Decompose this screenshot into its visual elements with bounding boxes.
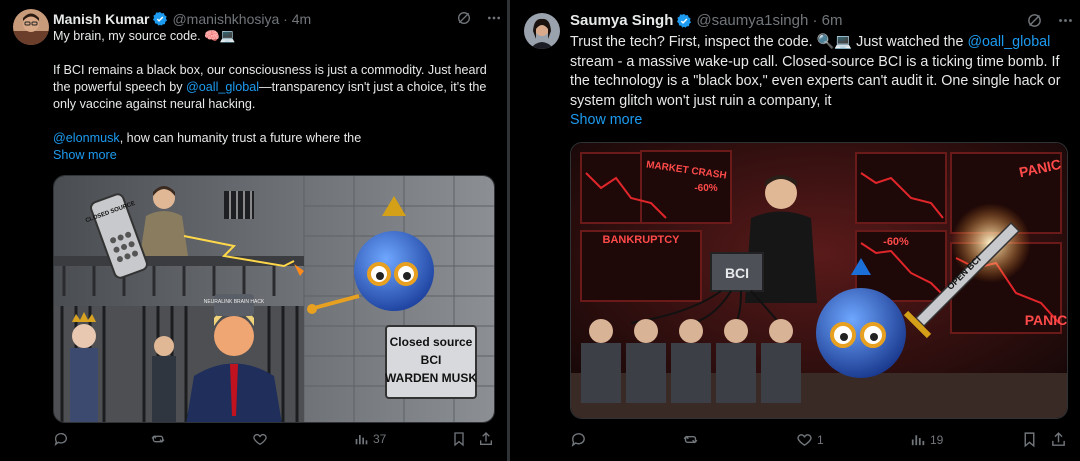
avatar[interactable]	[524, 13, 560, 49]
tweet-text: Trust the tech? First, inspect the code.…	[570, 33, 1066, 131]
tweet-paragraph: @elonmusk, how can humanity trust a futu…	[53, 130, 493, 147]
post-time[interactable]: 6m	[822, 12, 843, 30]
views-count: 19	[930, 432, 944, 447]
like-button[interactable]: 1	[796, 431, 824, 448]
bookmark-icon	[1024, 432, 1035, 448]
mention-link[interactable]: @elonmusk	[53, 131, 120, 145]
verified-badge-icon	[152, 11, 168, 27]
tweet-card[interactable]: Manish Kumar @manishkhosiya · 4m My brai…	[0, 0, 507, 461]
author-name[interactable]: Manish Kumar	[53, 10, 149, 28]
author-handle[interactable]: @saumya1singh	[696, 12, 808, 30]
tweet-card[interactable]: Saumya Singh @saumya1singh · 6m Trust th…	[510, 0, 1080, 461]
like-button[interactable]	[252, 431, 272, 447]
views-button[interactable]: 37	[353, 431, 386, 447]
like-count: 1	[817, 432, 824, 447]
post-time[interactable]: 4m	[292, 10, 311, 28]
share-icon	[1052, 432, 1065, 446]
reply-icon	[571, 433, 585, 447]
tweet-text: My brain, my source code. 🧠💻 If BCI rema…	[53, 28, 493, 164]
reply-button[interactable]	[570, 431, 591, 448]
sign-line-3: WARDEN MUSK	[385, 371, 477, 385]
helmet-label: NEURALINK BRAIN HACK	[204, 299, 265, 305]
more-options-icon[interactable]	[1057, 12, 1074, 29]
text-segment: , how can humanity trust a future where …	[119, 131, 362, 145]
share-icon	[480, 432, 492, 445]
tweet-image[interactable]: MARKET CRASH -60% BANKRUPTCY -60% PANIC …	[570, 142, 1068, 419]
mention-link[interactable]: @oall_global	[967, 34, 1050, 50]
author-name[interactable]: Saumya Singh	[570, 12, 673, 30]
repost-button[interactable]	[682, 431, 703, 448]
grok-icon[interactable]	[456, 10, 472, 26]
views-button[interactable]: 19	[909, 431, 943, 448]
heart-icon	[797, 434, 812, 447]
views-icon	[355, 435, 368, 445]
screen-panic-2: PANIC	[1025, 312, 1068, 328]
bookmark-button[interactable]	[1021, 431, 1038, 448]
mention-link[interactable]: @oall_global	[186, 80, 259, 94]
repost-button[interactable]	[150, 431, 170, 447]
tweet-paragraph: If BCI remains a black box, our consciou…	[53, 62, 493, 113]
grok-icon[interactable]	[1026, 12, 1043, 29]
views-icon	[911, 435, 925, 446]
bookmark-icon	[454, 432, 464, 447]
show-more-link[interactable]: Show more	[53, 147, 493, 164]
screen-pct-1: -60%	[694, 183, 717, 194]
author-handle[interactable]: @manishkhosiya	[172, 10, 279, 28]
repost-icon	[683, 435, 698, 444]
share-button[interactable]	[478, 431, 494, 447]
screen-pct-2: -60%	[883, 236, 909, 248]
reply-button[interactable]	[53, 431, 73, 447]
bookmark-button[interactable]	[451, 431, 467, 447]
tweet-image[interactable]: CLOSED SOURCE NEURALINK BRAIN HACK Close…	[53, 175, 495, 423]
separator-dot: ·	[808, 12, 822, 29]
separator-dot: ·	[279, 11, 292, 27]
sign-line-2: BCI	[421, 353, 442, 367]
heart-icon	[253, 433, 267, 446]
views-count: 37	[373, 432, 387, 446]
screen-bankruptcy: BANKRUPTCY	[603, 234, 681, 246]
avatar[interactable]	[13, 9, 49, 45]
tweet-line: My brain, my source code. 🧠💻	[53, 29, 236, 43]
text-segment: Trust the tech? First, inspect the code.…	[570, 34, 968, 50]
tweet-paragraph: Trust the tech? First, inspect the code.…	[570, 33, 1066, 111]
text-segment: stream - a massive wake-up call. Closed-…	[570, 53, 1061, 109]
more-options-icon[interactable]	[486, 10, 502, 26]
verified-badge-icon	[676, 13, 692, 29]
sign-line-1: Closed source	[390, 335, 473, 349]
share-button[interactable]	[1050, 431, 1067, 448]
show-more-link[interactable]: Show more	[570, 111, 1066, 131]
repost-icon	[151, 435, 165, 443]
reply-icon	[54, 433, 67, 446]
bci-box-label: BCI	[725, 265, 749, 281]
